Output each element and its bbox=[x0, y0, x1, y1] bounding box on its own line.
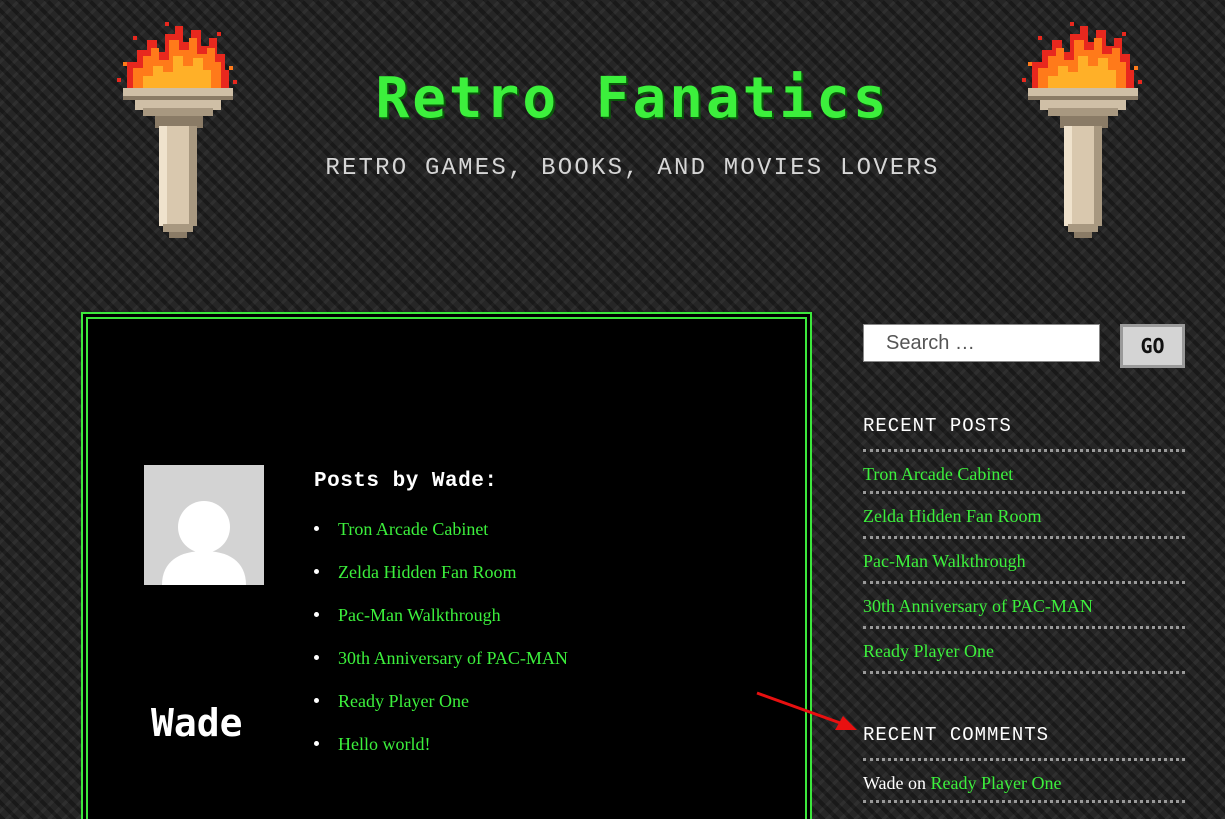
site-title[interactable]: Retro Fanatics bbox=[0, 66, 1225, 131]
list-item: Pac-Man Walkthrough bbox=[863, 539, 1185, 584]
default-avatar-icon bbox=[144, 465, 264, 585]
recent-post-link[interactable]: Ready Player One bbox=[863, 641, 994, 661]
list-item: Ready Player One bbox=[863, 629, 1185, 674]
comment-post-link[interactable]: Ready Player One bbox=[931, 773, 1062, 793]
recent-posts-list: Tron Arcade Cabinet Zelda Hidden Fan Roo… bbox=[863, 449, 1185, 674]
bullet-icon bbox=[314, 526, 319, 531]
comment-on-label: on bbox=[908, 773, 927, 793]
torch-icon bbox=[117, 22, 237, 238]
author-name-heading: Wade bbox=[151, 701, 243, 745]
list-item: Wade on Ready Player One bbox=[863, 758, 1185, 803]
bullet-icon bbox=[314, 698, 319, 703]
post-link[interactable]: Pac-Man Walkthrough bbox=[338, 605, 501, 625]
recent-post-link[interactable]: Tron Arcade Cabinet bbox=[863, 464, 1013, 484]
list-item: Tron Arcade Cabinet bbox=[863, 449, 1185, 494]
list-item: Ready Player One bbox=[314, 687, 568, 730]
recent-comments-list: Wade on Ready Player One bbox=[863, 758, 1185, 803]
list-item: Tron Arcade Cabinet bbox=[314, 515, 568, 558]
recent-post-link[interactable]: Zelda Hidden Fan Room bbox=[863, 506, 1041, 526]
bullet-icon bbox=[314, 655, 319, 660]
recent-comments-title: RECENT COMMENTS bbox=[863, 724, 1050, 746]
recent-post-link[interactable]: 30th Anniversary of PAC-MAN bbox=[863, 596, 1093, 616]
site-tagline: RETRO GAMES, BOOKS, AND MOVIES LOVERS bbox=[325, 155, 940, 182]
torch-icon bbox=[1022, 22, 1142, 238]
posts-by-author-heading: Posts by Wade: bbox=[314, 470, 498, 493]
search-input[interactable] bbox=[863, 324, 1100, 362]
post-link[interactable]: 30th Anniversary of PAC-MAN bbox=[338, 648, 568, 668]
author-post-list: Tron Arcade Cabinet Zelda Hidden Fan Roo… bbox=[314, 515, 568, 773]
post-link[interactable]: Tron Arcade Cabinet bbox=[338, 519, 488, 539]
bullet-icon bbox=[314, 741, 319, 746]
recent-posts-title: RECENT POSTS bbox=[863, 415, 1012, 437]
list-item: Zelda Hidden Fan Room bbox=[314, 558, 568, 601]
recent-post-link[interactable]: Pac-Man Walkthrough bbox=[863, 551, 1026, 571]
list-item: Hello world! bbox=[314, 730, 568, 773]
comment-author: Wade bbox=[863, 773, 904, 793]
search-go-button[interactable]: GO bbox=[1120, 324, 1185, 368]
list-item: 30th Anniversary of PAC-MAN bbox=[314, 644, 568, 687]
list-item: 30th Anniversary of PAC-MAN bbox=[863, 584, 1185, 629]
post-link[interactable]: Hello world! bbox=[338, 734, 430, 754]
list-item: Pac-Man Walkthrough bbox=[314, 601, 568, 644]
bullet-icon bbox=[314, 612, 319, 617]
bullet-icon bbox=[314, 569, 319, 574]
post-link[interactable]: Zelda Hidden Fan Room bbox=[338, 562, 516, 582]
list-item: Zelda Hidden Fan Room bbox=[863, 494, 1185, 539]
red-arrow-icon bbox=[756, 691, 857, 730]
post-link[interactable]: Ready Player One bbox=[338, 691, 469, 711]
